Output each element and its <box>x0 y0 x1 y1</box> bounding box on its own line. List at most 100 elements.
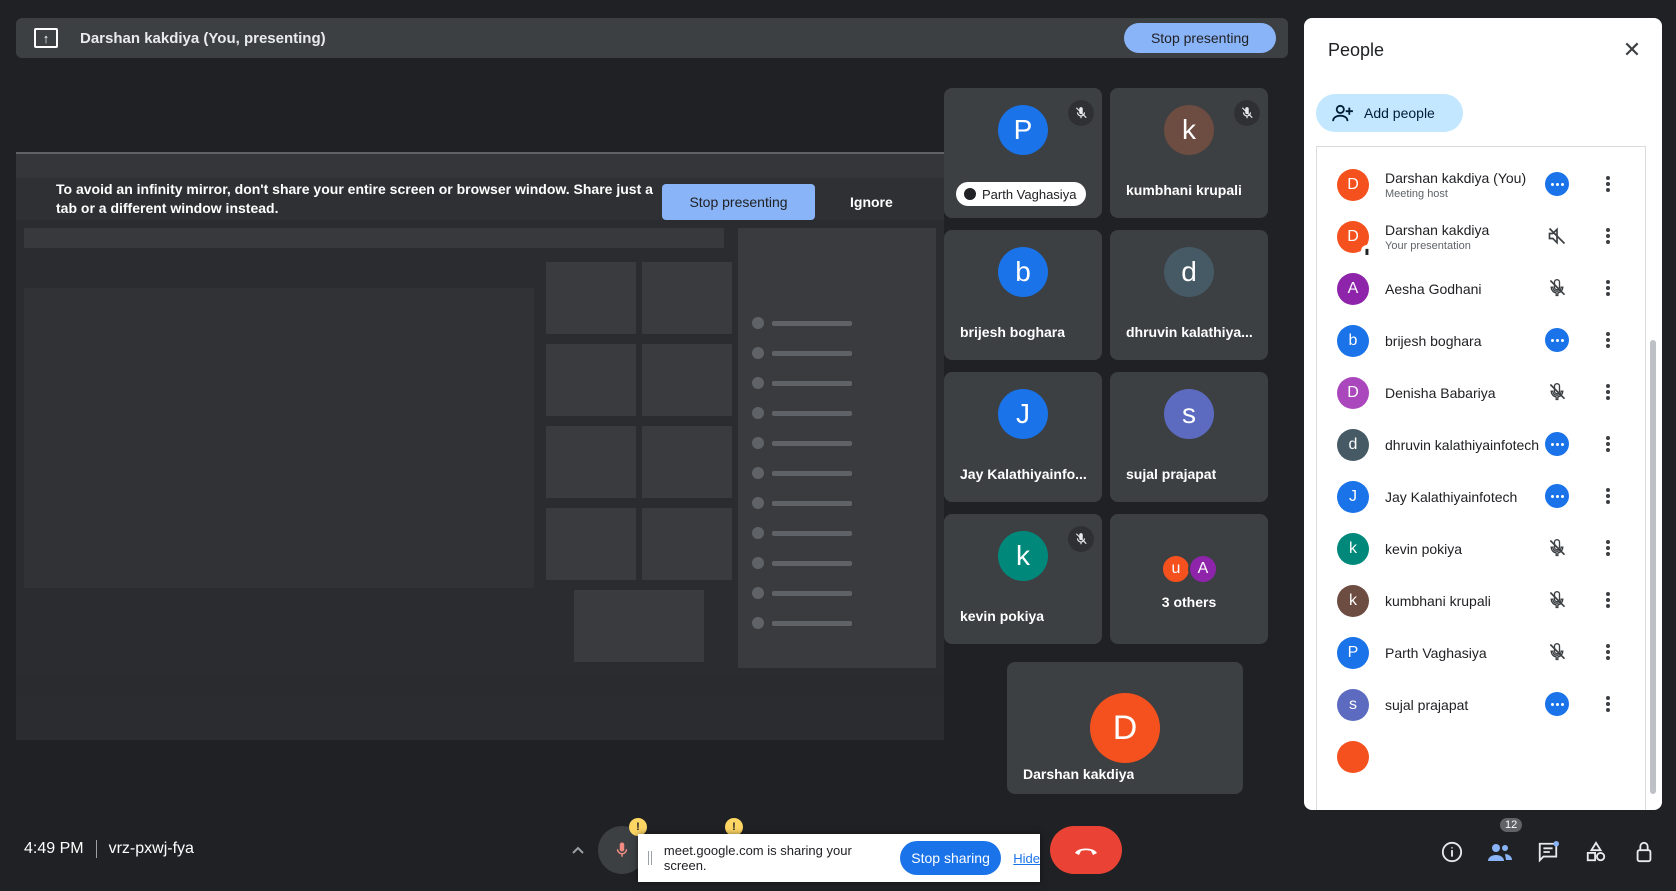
host-controls-icon[interactable] <box>1630 838 1658 866</box>
list-item[interactable]: k kumbhani krupali <box>1317 575 1645 627</box>
more-options-icon[interactable] <box>1595 171 1621 197</box>
more-status-icon <box>1544 691 1570 717</box>
avatar: s <box>1164 389 1214 439</box>
more-options-icon[interactable] <box>1595 535 1621 561</box>
avatar: D ▮ <box>1337 221 1373 257</box>
mirror-people-panel <box>738 228 936 668</box>
participant-tile[interactable]: d dhruvin kalathiya... <box>1110 230 1268 360</box>
more-options-icon[interactable] <box>1595 275 1621 301</box>
end-call-button[interactable] <box>1050 826 1122 874</box>
pin-icon: ▮ <box>1361 245 1373 257</box>
avatar: k <box>1337 533 1369 565</box>
share-notice-text: meet.google.com is sharing your screen. <box>663 843 852 873</box>
avatar: P <box>998 105 1048 155</box>
more-options-icon[interactable] <box>1595 431 1621 457</box>
participant-tile[interactable]: s sujal prajapat <box>1110 372 1268 502</box>
avatar: J <box>1337 481 1369 513</box>
mic-off-icon <box>1544 535 1570 561</box>
people-icon[interactable] <box>1486 838 1514 866</box>
participant-role: Meeting host <box>1385 188 1448 200</box>
participant-tile[interactable]: P Parth Vaghasiya <box>944 88 1102 218</box>
list-item[interactable]: A Aesha Godhani <box>1317 263 1645 315</box>
warning-stop-presenting-button[interactable]: Stop presenting <box>662 184 815 220</box>
avatar: D <box>1090 693 1160 763</box>
hand-icon <box>964 188 976 200</box>
mic-icon <box>616 842 628 857</box>
tile-name: Parth Vaghasiya <box>982 186 1077 202</box>
avatar: d <box>1164 247 1214 297</box>
more-options-icon[interactable] <box>1595 327 1621 353</box>
add-people-button[interactable]: Add people <box>1316 94 1463 132</box>
more-options-icon[interactable] <box>1595 587 1621 613</box>
chat-icon[interactable] <box>1534 838 1562 866</box>
mirror-tile <box>546 344 636 416</box>
avatar: P <box>1337 637 1369 669</box>
infinity-mirror-warning: To avoid an infinity mirror, don't share… <box>16 178 944 220</box>
browser-chrome <box>16 154 944 178</box>
stop-presenting-button[interactable]: Stop presenting <box>1124 23 1276 53</box>
shared-screen-preview: To avoid an infinity mirror, don't share… <box>16 152 944 740</box>
mirror-tile <box>546 262 636 334</box>
participant-tile[interactable]: b brijesh boghara <box>944 230 1102 360</box>
participant-tile[interactable]: k kumbhani krupali <box>1110 88 1268 218</box>
list-item[interactable]: k kevin pokiya <box>1317 523 1645 575</box>
avatar: d <box>1337 429 1369 461</box>
list-item[interactable]: D ▮ Darshan kakdiya Your presentation <box>1317 211 1645 263</box>
list-item[interactable]: d dhruvin kalathiyainfotech <box>1317 419 1645 471</box>
stop-sharing-button[interactable]: Stop sharing <box>899 841 1002 875</box>
expand-icon[interactable] <box>558 826 598 874</box>
info-icon[interactable] <box>1438 838 1466 866</box>
close-icon[interactable]: ✕ <box>1618 36 1646 64</box>
more-options-icon[interactable] <box>1595 691 1621 717</box>
participant-name: Darshan kakdiya <box>1385 222 1490 238</box>
participant-name: Denisha Babariya <box>1385 385 1496 401</box>
tile-name: dhruvin kalathiya... <box>1126 324 1253 340</box>
participant-tile[interactable]: J Jay Kalathiyainfo... <box>944 372 1102 502</box>
warning-text: To avoid an infinity mirror, don't share… <box>56 181 653 216</box>
participant-tile[interactable]: D Darshan kakdiya <box>1007 662 1243 794</box>
more-options-icon[interactable] <box>1595 483 1621 509</box>
mic-off-icon <box>1544 275 1570 301</box>
list-item[interactable]: P Parth Vaghasiya <box>1317 627 1645 679</box>
participant-name: brijesh boghara <box>1385 333 1482 349</box>
drag-handle[interactable] <box>648 851 652 865</box>
mirror-tile <box>546 508 636 580</box>
avatar: J <box>998 389 1048 439</box>
list-item[interactable] <box>1317 731 1645 783</box>
presenting-title: Darshan kakdiya (You, presenting) <box>80 29 326 47</box>
tile-name: kevin pokiya <box>960 608 1045 624</box>
mirror-tile <box>546 426 636 498</box>
more-options-icon[interactable] <box>1595 379 1621 405</box>
list-item[interactable]: D Denisha Babariya <box>1317 367 1645 419</box>
list-item[interactable]: J Jay Kalathiyainfotech <box>1317 471 1645 523</box>
scrollbar[interactable] <box>1650 340 1656 794</box>
mirror-tile <box>642 344 732 416</box>
tile-name: brijesh boghara <box>960 324 1066 340</box>
mirror-screen <box>24 288 534 588</box>
ignore-button[interactable]: Ignore <box>850 194 893 210</box>
list-item[interactable]: b brijesh boghara <box>1317 315 1645 367</box>
participant-name: kumbhani krupali <box>1385 593 1491 609</box>
participant-tile[interactable]: k kevin pokiya <box>944 514 1102 644</box>
mic-off-icon <box>1234 100 1260 126</box>
meeting-code: vrz-pxwj-fya <box>108 840 194 857</box>
avatar: u <box>1161 554 1191 584</box>
hide-link[interactable]: Hide <box>1013 851 1040 866</box>
more-options-icon[interactable] <box>1595 223 1621 249</box>
mic-off-icon <box>1544 379 1570 405</box>
list-item[interactable]: D Darshan kakdiya (You) Meeting host <box>1317 159 1645 211</box>
meeting-info: 4:49 PM vrz-pxwj-fya <box>24 840 194 858</box>
activities-icon[interactable] <box>1582 838 1610 866</box>
avatar: s <box>1337 689 1369 721</box>
divider <box>95 840 97 858</box>
mirror-taskbar <box>16 674 944 696</box>
mirror-tile <box>574 590 704 662</box>
more-options-icon[interactable] <box>1595 639 1621 665</box>
avatar: D <box>1337 377 1369 409</box>
mic-off-icon <box>1068 100 1094 126</box>
participant-name: dhruvin kalathiyainfotech <box>1385 437 1540 453</box>
others-tile[interactable]: u A 3 others <box>1110 514 1268 644</box>
avatar: k <box>1164 105 1214 155</box>
list-item[interactable]: s sujal prajapat <box>1317 679 1645 731</box>
avatar: k <box>1337 585 1369 617</box>
